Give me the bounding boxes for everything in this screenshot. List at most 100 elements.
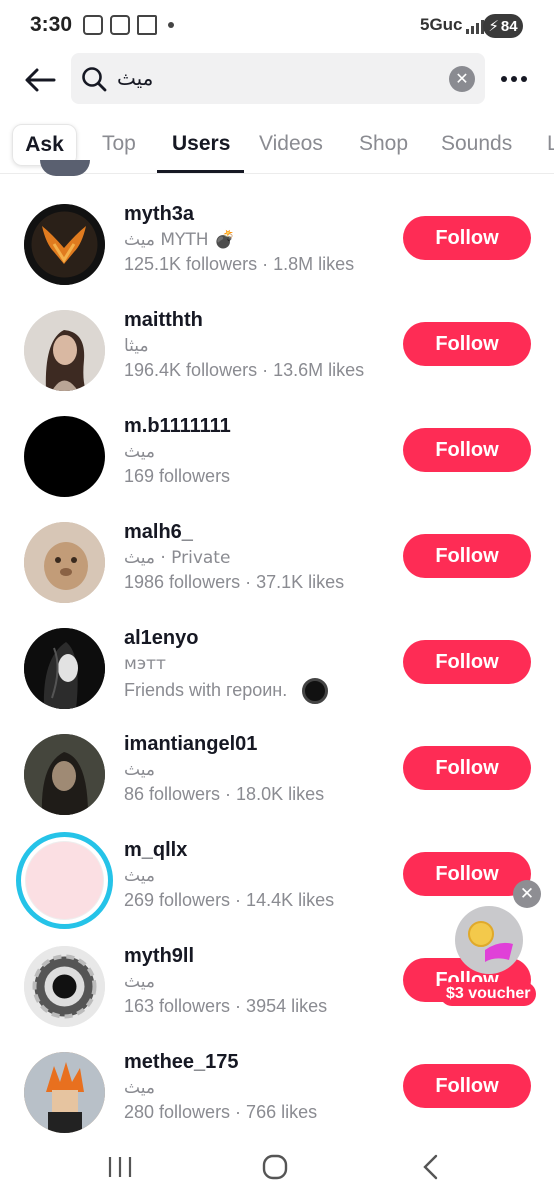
status-time: 3:30 bbox=[30, 13, 73, 36]
nickname: ميث bbox=[124, 442, 155, 462]
nickname: ميث bbox=[124, 1078, 155, 1098]
tab-live[interactable]: L bbox=[547, 132, 554, 156]
avatar[interactable] bbox=[24, 734, 105, 815]
user-row-al1enyo[interactable]: al1enyo мэтт Friends with героин. Follow bbox=[0, 612, 554, 718]
avatar-image bbox=[24, 1052, 105, 1133]
avatar[interactable] bbox=[24, 204, 105, 285]
recent-apps-button[interactable] bbox=[106, 1152, 134, 1182]
more-dot bbox=[511, 76, 517, 82]
follow-button[interactable]: Follow bbox=[403, 852, 531, 896]
user-row-imantiangel01[interactable]: imantiangel01 ميث 86 followers · 18.0K l… bbox=[0, 718, 554, 824]
username: imantiangel01 bbox=[124, 733, 258, 755]
follow-button[interactable]: Follow bbox=[403, 640, 531, 684]
avatar-image bbox=[25, 841, 104, 920]
avatar-image bbox=[24, 310, 105, 391]
coin-gift-icon bbox=[468, 921, 513, 962]
back-arrow-icon bbox=[25, 68, 56, 92]
tab-videos[interactable]: Videos bbox=[259, 132, 323, 156]
username: m.b1111111 bbox=[124, 415, 231, 437]
username: m_qllx bbox=[124, 839, 188, 861]
close-voucher-button[interactable]: ✕ bbox=[513, 880, 541, 908]
username: methee_175 bbox=[124, 1051, 239, 1073]
battery-level: 84 bbox=[500, 17, 518, 35]
close-icon: ✕ bbox=[455, 71, 469, 88]
user-row-malh6[interactable]: malh6_ ميث · Private 1986 followers · 37… bbox=[0, 506, 554, 612]
user-stats: 125.1K followers · 1.8M likes bbox=[124, 254, 355, 274]
user-stats: 269 followers · 14.4K likes bbox=[124, 890, 335, 910]
avatar-image bbox=[24, 734, 105, 815]
back-button[interactable] bbox=[20, 62, 60, 98]
user-row-m-b1111111[interactable]: m.b1111111 ميث 169 followers Follow bbox=[0, 400, 554, 506]
media-icon bbox=[110, 15, 130, 35]
avatar[interactable] bbox=[24, 416, 105, 497]
nickname: ميث bbox=[124, 866, 155, 886]
avatar-image bbox=[24, 522, 105, 603]
username: myth3a bbox=[124, 203, 195, 225]
screenshot-icon bbox=[83, 15, 103, 35]
user-stats: 163 followers · 3954 likes bbox=[124, 996, 328, 1016]
voucher-widget[interactable] bbox=[455, 906, 523, 974]
username: myth9ll bbox=[124, 945, 195, 967]
network-type: 5Guc bbox=[420, 15, 463, 34]
clear-search-button[interactable]: ✕ bbox=[449, 66, 475, 92]
user-stats: 196.4K followers · 13.6M likes bbox=[124, 360, 365, 380]
system-nav-bar bbox=[0, 1140, 554, 1200]
mutual-friends-text: Friends with героин. bbox=[124, 679, 288, 700]
avatar-image bbox=[24, 946, 105, 1027]
home-button[interactable] bbox=[260, 1152, 290, 1182]
search-input[interactable] bbox=[117, 65, 437, 91]
follow-button[interactable]: Follow bbox=[403, 216, 531, 260]
follow-button[interactable]: Follow bbox=[403, 746, 531, 790]
more-options-button[interactable] bbox=[497, 64, 531, 94]
follow-button[interactable]: Follow bbox=[403, 322, 531, 366]
home-icon bbox=[262, 1154, 288, 1180]
tab-shop[interactable]: Shop bbox=[359, 132, 408, 156]
follow-button[interactable]: Follow bbox=[403, 534, 531, 578]
nickname: ميث bbox=[124, 760, 155, 780]
mutual-friend-avatar bbox=[302, 678, 329, 704]
search-icon bbox=[82, 67, 107, 92]
user-row-myth3a[interactable]: myth3a ميث MYTH 💣 125.1K followers · 1.8… bbox=[0, 188, 554, 294]
user-stats: 1986 followers · 37.1K likes bbox=[124, 572, 345, 592]
close-icon: ✕ bbox=[519, 884, 535, 903]
nickname: ميث bbox=[124, 972, 155, 992]
username: malh6_ bbox=[124, 521, 193, 543]
nickname: ميث MYTH 💣 bbox=[124, 230, 236, 250]
user-stats: 280 followers · 766 likes bbox=[124, 1102, 318, 1122]
avatar-image bbox=[24, 204, 105, 285]
search-box[interactable]: ✕ bbox=[71, 53, 485, 104]
user-stats: 86 followers · 18.0K likes bbox=[124, 784, 325, 804]
nickname: мэтт bbox=[124, 654, 166, 674]
tab-users[interactable]: Users bbox=[172, 132, 230, 156]
avatar[interactable] bbox=[24, 522, 105, 603]
user-row-methee-175[interactable]: methee_175 ميث 280 followers · 766 likes… bbox=[0, 1036, 554, 1142]
tab-sounds[interactable]: Sounds bbox=[441, 132, 512, 156]
notification-icons bbox=[83, 15, 174, 35]
nickname: ميثا bbox=[124, 336, 149, 356]
more-dots-icon bbox=[501, 76, 507, 82]
user-stats: Friends with героин. bbox=[124, 678, 329, 704]
recent-apps-icon bbox=[108, 1157, 132, 1177]
avatar[interactable] bbox=[16, 832, 113, 929]
avatar[interactable] bbox=[24, 310, 105, 391]
user-stats: 169 followers bbox=[124, 466, 231, 486]
user-row-maitthth[interactable]: maitthth ميثا 196.4K followers · 13.6M l… bbox=[0, 294, 554, 400]
tab-top[interactable]: Top bbox=[102, 132, 136, 156]
avatar[interactable] bbox=[24, 1052, 105, 1133]
more-notifications-icon bbox=[168, 22, 174, 28]
username: al1enyo bbox=[124, 627, 199, 649]
charging-icon: ⚡ bbox=[488, 18, 499, 35]
signal-icon bbox=[466, 18, 484, 34]
follow-button[interactable]: Follow bbox=[403, 1064, 531, 1108]
follow-button[interactable]: Follow bbox=[403, 428, 531, 472]
back-nav-button[interactable] bbox=[418, 1152, 442, 1182]
avatar[interactable] bbox=[24, 946, 105, 1027]
username: maitthth bbox=[124, 309, 203, 331]
battery-indicator: ⚡ 84 bbox=[483, 14, 523, 38]
status-bar: 3:30 5Guc ⚡ 84 bbox=[0, 0, 554, 52]
avatar[interactable] bbox=[24, 628, 105, 709]
more-dot bbox=[521, 76, 527, 82]
chevron-left-icon bbox=[423, 1154, 438, 1180]
voucher-label[interactable]: $3 voucher bbox=[440, 982, 537, 1006]
avatar-image bbox=[24, 628, 105, 709]
